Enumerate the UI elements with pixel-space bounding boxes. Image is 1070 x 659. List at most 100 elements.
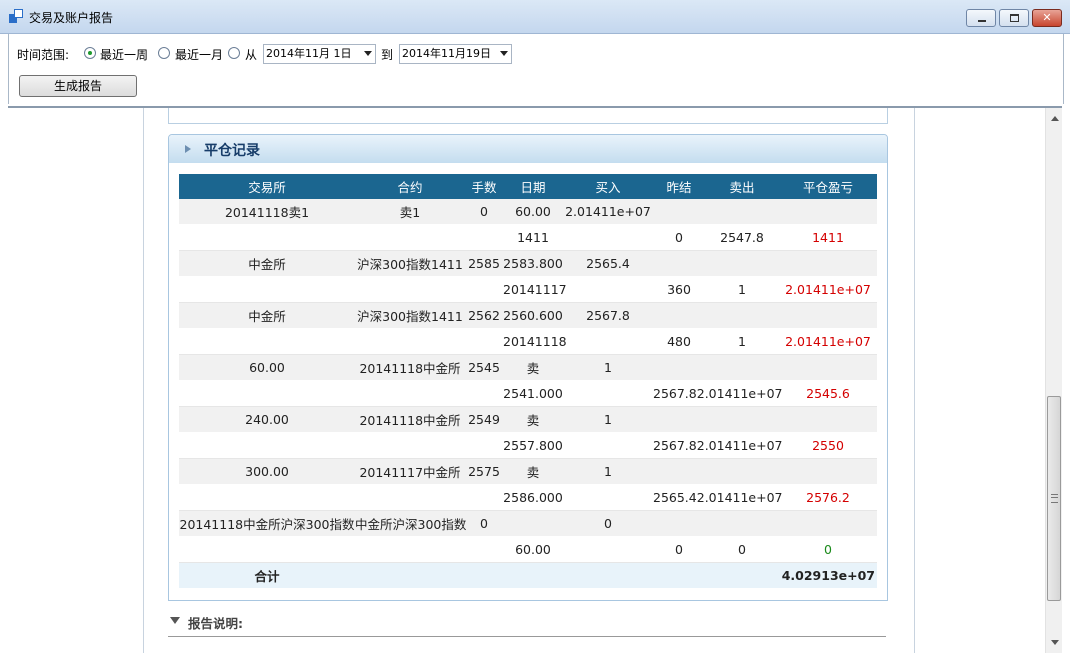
table-cell: 1411 (503, 225, 563, 251)
table-cell: 20141118中金所 (355, 407, 465, 433)
table-cell (465, 277, 503, 303)
table-cell (653, 355, 705, 381)
collapse-arrow-icon[interactable] (170, 617, 180, 624)
table-row: 中金所沪深300指数141125622560.6002567.8 (179, 303, 877, 329)
table-cell (705, 199, 779, 225)
report-page: 平仓记录 交易所合约手数日期买入昨结卖出平仓盈亏 20141118卖1卖1060… (143, 108, 915, 653)
minimize-button[interactable] (966, 9, 996, 27)
column-header: 平仓盈亏 (779, 174, 877, 199)
radio-last-week[interactable] (84, 47, 96, 59)
previous-section-end (168, 106, 888, 124)
radio-custom-range[interactable] (228, 47, 240, 59)
table-cell: 2549 (465, 407, 503, 433)
app-icon (9, 9, 23, 23)
scrollbar-thumb[interactable] (1047, 396, 1061, 601)
table-cell (355, 433, 465, 459)
table-cell: 2547.8 (705, 225, 779, 251)
column-header: 手数 (465, 174, 503, 199)
report-view: 平仓记录 交易所合约手数日期买入昨结卖出平仓盈亏 20141118卖1卖1060… (8, 106, 1062, 653)
table-cell (705, 511, 779, 537)
table-cell (779, 355, 877, 381)
maximize-icon (1010, 14, 1019, 22)
table-cell (465, 485, 503, 511)
chevron-down-icon (500, 51, 508, 56)
table-cell: 0 (653, 225, 705, 251)
table-cell (179, 225, 355, 251)
table-cell (705, 459, 779, 485)
table-row: 2541.0002567.82.01411e+072545.6 (179, 381, 877, 407)
table-cell (563, 329, 653, 355)
close-button[interactable]: ✕ (1032, 9, 1062, 27)
chevron-down-icon (364, 51, 372, 56)
table-cell (705, 355, 779, 381)
table-cell: 卖 (503, 459, 563, 485)
table-cell: 2541.000 (503, 381, 563, 407)
table-cell: 1 (705, 329, 779, 355)
table-cell (355, 537, 465, 563)
table-cell (563, 225, 653, 251)
table-cell (355, 381, 465, 407)
total-label: 合计 (179, 563, 355, 589)
table-cell: 2575 (465, 459, 503, 485)
table-cell: 20141118卖1 (179, 199, 355, 225)
table-cell: 中金所沪深300指数 (355, 511, 465, 537)
column-header: 昨结 (653, 174, 705, 199)
table-cell (653, 199, 705, 225)
table-cell: 1411 (779, 225, 877, 251)
table-cell (779, 407, 877, 433)
table-cell (653, 511, 705, 537)
table-cell: 2567.8 (563, 303, 653, 329)
table-cell: 2560.600 (503, 303, 563, 329)
table-cell: 1 (563, 459, 653, 485)
table-cell: 0 (465, 199, 503, 225)
table-cell: 0 (705, 537, 779, 563)
closed-positions-table: 交易所合约手数日期买入昨结卖出平仓盈亏 20141118卖1卖1060.002.… (179, 174, 877, 589)
table-cell: 卖 (503, 355, 563, 381)
table-cell (355, 225, 465, 251)
table-cell: 2583.800 (503, 251, 563, 277)
table-cell: 沪深300指数1411 (355, 251, 465, 277)
minimize-icon (978, 20, 986, 22)
vertical-scrollbar[interactable] (1045, 108, 1062, 653)
table-cell (179, 537, 355, 563)
radio-custom-range-label[interactable]: 从 (245, 46, 257, 63)
table-header-row: 交易所合约手数日期买入昨结卖出平仓盈亏 (179, 174, 877, 199)
table-cell (779, 199, 877, 225)
generate-report-button[interactable]: 生成报告 (19, 75, 137, 97)
table-cell: 2585 (465, 251, 503, 277)
divider (168, 636, 886, 637)
to-date-value: 2014年11月19日 (402, 47, 491, 60)
table-cell: 0 (653, 537, 705, 563)
column-header: 合约 (355, 174, 465, 199)
maximize-button[interactable] (999, 9, 1029, 27)
scroll-down-icon[interactable] (1051, 640, 1059, 645)
table-row: 141102547.81411 (179, 225, 877, 251)
table-cell: 60.00 (503, 199, 563, 225)
report-notes-title[interactable]: 报告说明: (188, 613, 243, 632)
radio-last-month-label[interactable]: 最近一月 (175, 46, 223, 63)
table-cell: 1 (563, 407, 653, 433)
closed-positions-panel: 平仓记录 交易所合约手数日期买入昨结卖出平仓盈亏 20141118卖1卖1060… (168, 134, 888, 601)
from-date-picker[interactable]: 2014年11月 1日 (263, 44, 376, 64)
radio-last-month[interactable] (158, 47, 170, 59)
table-cell: 2562 (465, 303, 503, 329)
table-row: 2586.0002565.42.01411e+072576.2 (179, 485, 877, 511)
table-cell (653, 303, 705, 329)
table-cell (653, 407, 705, 433)
scroll-up-icon[interactable] (1051, 116, 1059, 121)
window-title: 交易及账户报告 (29, 9, 113, 26)
table-cell: 2586.000 (503, 485, 563, 511)
grip-icon (1051, 494, 1058, 503)
column-header: 交易所 (179, 174, 355, 199)
closed-positions-header[interactable]: 平仓记录 (169, 135, 887, 163)
table-cell (179, 277, 355, 303)
to-date-picker[interactable]: 2014年11月19日 (399, 44, 512, 64)
table-cell (653, 251, 705, 277)
table-row: 2014111736012.01411e+07 (179, 277, 877, 303)
table-cell: 2550 (779, 433, 877, 459)
radio-last-week-label[interactable]: 最近一周 (100, 46, 148, 63)
close-icon: ✕ (1033, 10, 1061, 26)
column-header: 买入 (563, 174, 653, 199)
time-range-label: 时间范围: (17, 46, 69, 63)
table-cell: 0 (779, 537, 877, 563)
